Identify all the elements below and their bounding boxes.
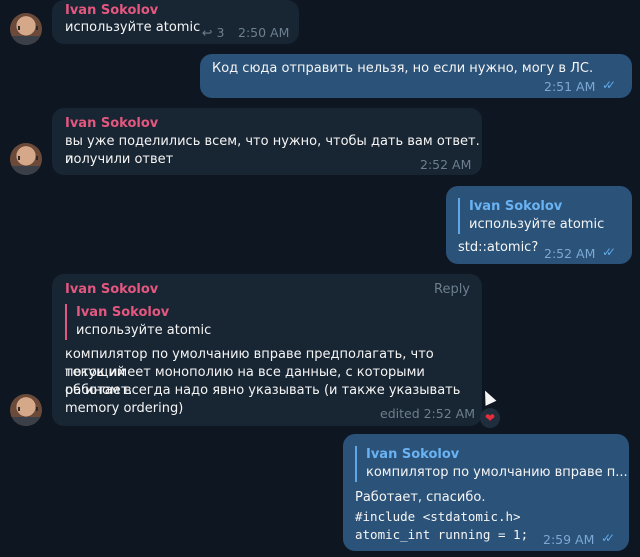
message-bubble-incoming[interactable]: Ivan Sokolov вы уже поделились всем, что… bbox=[52, 108, 482, 175]
message-author[interactable]: Ivan Sokolov bbox=[65, 3, 158, 18]
message-text-line: об ином всегда надо явно указывать (и та… bbox=[65, 383, 461, 398]
message-bubble-outgoing[interactable]: Код сюда отправить нельзя, но если нужно… bbox=[200, 54, 632, 98]
message-text: Работает, спасибо. bbox=[355, 490, 486, 505]
message-text: Код сюда отправить нельзя, но если нужно… bbox=[212, 61, 594, 76]
reply-button[interactable]: Reply bbox=[434, 282, 470, 297]
reply-text: компилятор по умолчанию вправе п... bbox=[366, 465, 628, 480]
message-time: 2:59 AM bbox=[543, 532, 595, 547]
reply-arrow-icon: ↩ bbox=[202, 25, 213, 40]
reply-author: Ivan Sokolov bbox=[469, 199, 563, 214]
reaction-heart-icon[interactable]: ❤ bbox=[480, 408, 500, 428]
reply-count[interactable]: ↩ 3 bbox=[202, 25, 224, 40]
message-author[interactable]: Ivan Sokolov bbox=[65, 282, 158, 297]
message-bubble-incoming[interactable]: Ivan Sokolov используйте atomic ↩ 3 2:50… bbox=[52, 0, 299, 44]
reply-quote[interactable]: Ivan Sokolov используйте atomic bbox=[65, 304, 211, 340]
message-bubble-outgoing[interactable]: Ivan Sokolov используйте atomic std::ato… bbox=[446, 186, 632, 264]
reply-author: Ivan Sokolov bbox=[366, 447, 460, 462]
message-author[interactable]: Ivan Sokolov bbox=[65, 116, 158, 131]
message-time: 2:52 AM bbox=[544, 246, 596, 261]
reply-count-value: 3 bbox=[216, 25, 225, 40]
read-checkmarks-icon: ✓✓ bbox=[602, 245, 616, 259]
message-time: 2:52 AM bbox=[420, 157, 472, 172]
message-text: std::atomic? bbox=[458, 240, 539, 255]
reply-quote[interactable]: Ivan Sokolov используйте atomic bbox=[458, 198, 604, 234]
mouse-cursor-icon bbox=[479, 388, 497, 406]
code-line: #include <stdatomic.h> bbox=[355, 509, 521, 524]
read-checkmarks-icon: ✓✓ bbox=[601, 531, 615, 545]
message-text-line: memory ordering) bbox=[65, 401, 184, 416]
read-checkmarks-icon: ✓✓ bbox=[602, 78, 616, 92]
reply-text: используйте atomic bbox=[76, 323, 212, 338]
avatar[interactable] bbox=[10, 143, 42, 175]
avatar[interactable] bbox=[10, 13, 42, 45]
message-time: 2:50 AM bbox=[238, 25, 290, 40]
message-bubble-incoming[interactable]: Ivan Sokolov Reply Ivan Sokolov использу… bbox=[52, 274, 482, 426]
message-time: 2:51 AM bbox=[544, 79, 596, 94]
reply-text: используйте atomic bbox=[469, 217, 605, 232]
reply-quote[interactable]: Ivan Sokolov компилятор по умолчанию впр… bbox=[355, 446, 628, 482]
reply-author: Ivan Sokolov bbox=[76, 305, 170, 320]
code-line: atomic_int running = 1; bbox=[355, 527, 529, 542]
message-bubble-outgoing[interactable]: Ivan Sokolov компилятор по умолчанию впр… bbox=[343, 434, 629, 551]
avatar[interactable] bbox=[10, 394, 42, 426]
message-text-line: получили ответ bbox=[65, 152, 174, 167]
message-time: edited 2:52 AM bbox=[380, 406, 475, 421]
message-text: используйте atomic bbox=[65, 20, 201, 35]
